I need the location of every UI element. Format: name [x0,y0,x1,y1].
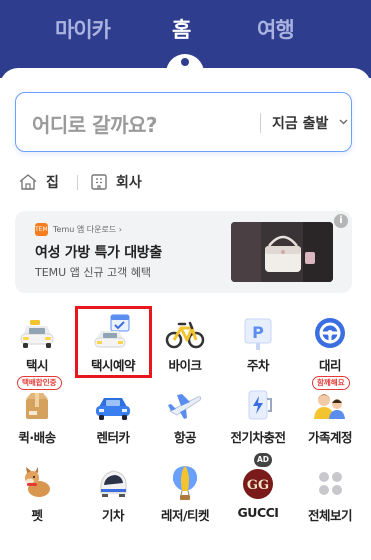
active-tab-indicator [166,52,204,74]
service-taxi-label: 택시 [25,358,49,373]
home-icon [19,174,37,190]
service-gucci-label: GUCCI [237,505,279,520]
search-placeholder[interactable]: 어디로 갈까요? [32,109,157,138]
service-pet-label: 펫 [31,508,43,523]
train-icon [100,470,127,497]
service-family-account[interactable]: 함께해요 가족계정 [293,376,367,451]
ad-badge: AD [254,453,272,467]
service-view-all[interactable]: 전체보기 [293,457,367,529]
favorite-work-label: 회사 [116,175,142,191]
pet-icon [25,467,50,497]
service-bike-label: 바이크 [168,358,202,373]
ad-source-label: Temu 앱 다운로드 › [53,225,122,234]
highlight-box [75,306,152,378]
service-ev-charging[interactable]: 전기차충전 [221,379,295,451]
taxi-icon [20,320,54,348]
bike-icon [165,321,205,349]
delivery-box-icon [26,393,48,419]
building-icon [91,174,107,190]
airplane-icon [168,394,202,419]
svg-text:GG: GG [247,478,269,493]
service-designated-driver-label: 대리 [318,358,342,373]
ad-source[interactable]: TEMU Temu 앱 다운로드 › [35,223,122,236]
service-train[interactable]: 기차 [76,457,150,529]
tab-mycar[interactable]: 마이카 [55,14,111,44]
departure-time-selector[interactable]: 지금 출발 [272,113,328,133]
search-divider [260,113,261,133]
tab-home[interactable]: 홈 [172,14,191,44]
temu-logo-icon: TEMU [35,223,52,236]
service-designated-driver[interactable]: 대리 [293,307,367,379]
service-delivery-label: 퀵·배송 [18,430,56,445]
ad-banner[interactable]: TEMU Temu 앱 다운로드 › 여성 가방 특가 대방출 TEMU 앱 신… [15,211,352,293]
service-leisure-ticket[interactable]: 레저/티켓 [148,457,222,529]
service-flight-label: 항공 [173,430,197,445]
destination-search-box[interactable]: 어디로 갈까요? 지금 출발 [15,92,352,152]
ev-charger-icon [248,390,272,420]
service-rental-car-label: 렌터카 [96,430,130,445]
ad-subtitle: TEMU 앱 신규 고객 혜택 [35,266,152,279]
service-gucci-ad[interactable]: GG AD GUCCI [221,453,295,529]
designated-driver-icon [315,318,345,348]
service-taxi[interactable]: 택시 [0,307,74,379]
service-leisure-ticket-label: 레저/티켓 [160,508,210,523]
chevron-down-icon[interactable] [339,115,348,128]
svg-text:P: P [252,323,264,342]
service-delivery[interactable]: 택배합인중 퀵·배송 [0,376,74,451]
ad-product-image [231,222,333,282]
service-family-account-label: 가족계정 [307,430,353,445]
favorites-divider [77,175,78,190]
balloon-icon [172,466,198,500]
service-pet[interactable]: 펫 [0,457,74,529]
service-rental-car[interactable]: 렌터카 [76,379,150,451]
service-parking[interactable]: P 주차 [221,307,295,379]
rental-car-icon [96,398,130,420]
gucci-icon: GG [243,469,273,499]
family-account-icon [314,394,345,419]
service-ev-charging-label: 전기차충전 [230,430,286,445]
favorite-home-label: 집 [46,175,59,191]
service-flight[interactable]: 항공 [148,379,222,451]
service-delivery-badge: 택배합인중 [17,376,62,390]
service-bike[interactable]: 바이크 [148,307,222,379]
service-view-all-label: 전체보기 [307,508,353,523]
parking-icon: P [244,318,272,350]
tab-travel[interactable]: 여행 [257,14,295,44]
service-train-label: 기차 [101,508,125,523]
service-parking-label: 주차 [246,358,270,373]
ad-info-icon[interactable]: i [334,214,348,228]
view-all-icon [319,472,342,495]
ad-title: 여성 가방 특가 대방출 [35,245,162,261]
favorite-home[interactable]: 집 [18,172,59,192]
favorite-work[interactable]: 회사 [90,172,142,192]
service-family-account-badge: 함께해요 [312,376,350,390]
indicator-dot-icon [181,58,189,66]
